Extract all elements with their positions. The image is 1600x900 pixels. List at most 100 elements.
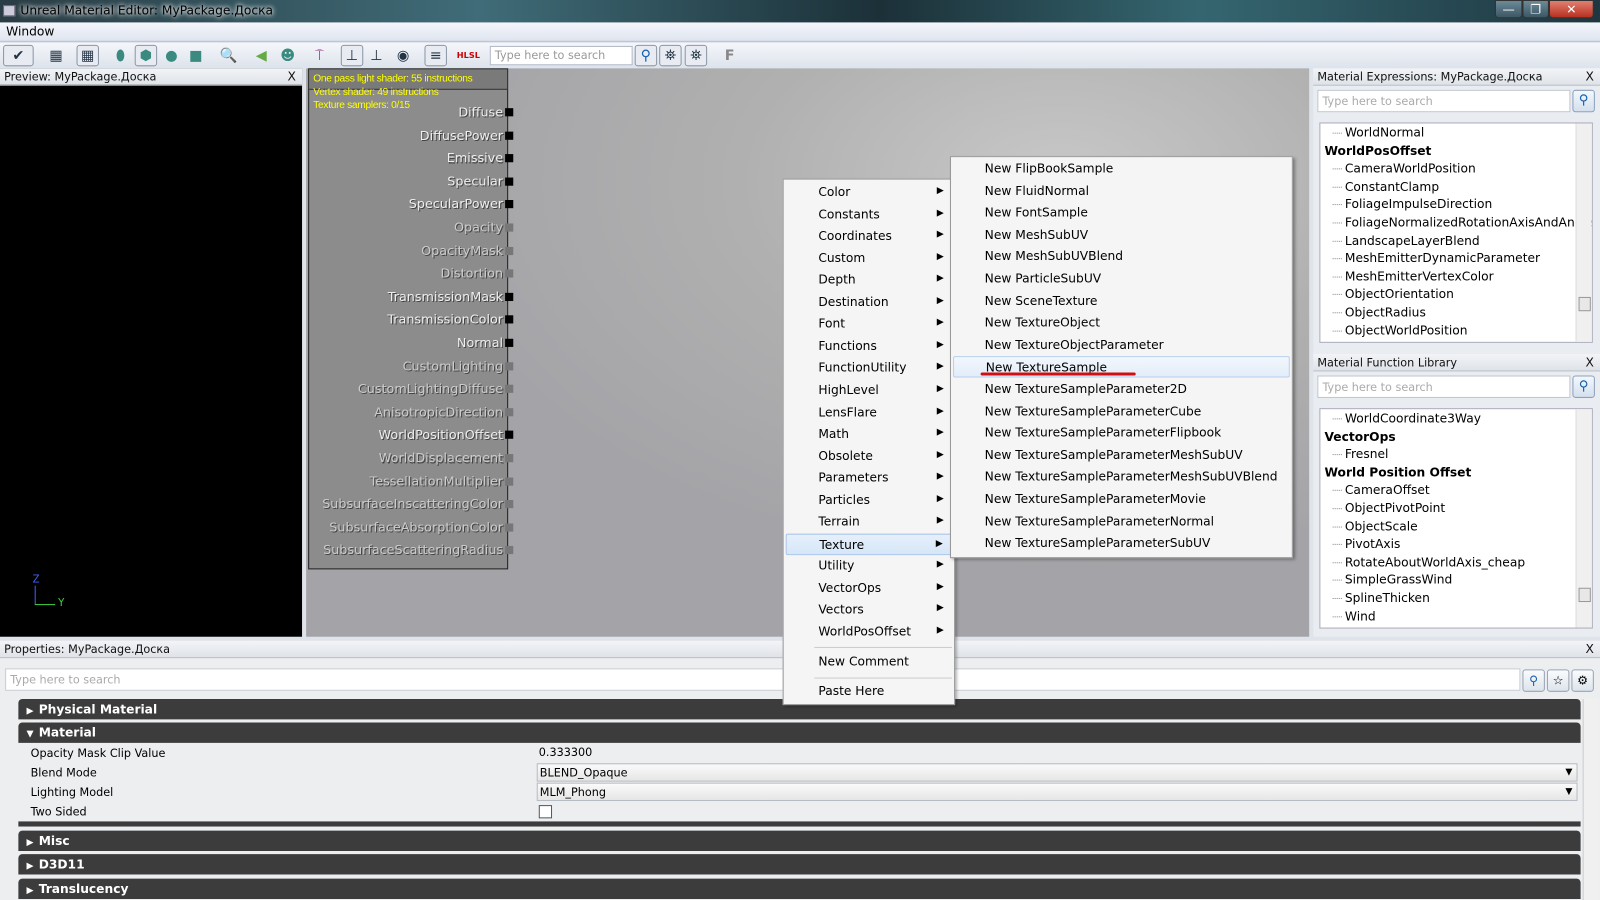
submenu-item[interactable]: New TextureSample xyxy=(953,356,1290,378)
pin-connector-icon[interactable] xyxy=(505,407,514,417)
sphere-icon[interactable]: ● xyxy=(160,45,182,66)
tree-item[interactable]: ObjectScale xyxy=(1332,519,1418,533)
menu-item-vectorops[interactable]: VectorOps ▶ xyxy=(786,577,952,598)
node-pin[interactable]: WorldDisplacement xyxy=(379,450,514,465)
tree-item[interactable]: MeshEmitterDynamicParameter xyxy=(1332,251,1540,265)
node-pin[interactable]: SpecularPower xyxy=(409,196,514,212)
close-button[interactable]: ✕ xyxy=(1548,0,1594,19)
cylinder-icon[interactable]: ⬮ xyxy=(109,45,131,66)
tree-item[interactable]: RotateAboutWorldAxis_cheap xyxy=(1332,555,1525,569)
search-icon[interactable]: ⚲ xyxy=(1522,669,1545,692)
pin-connector-icon[interactable] xyxy=(505,361,514,370)
submenu-item[interactable]: New ParticleSubUV xyxy=(953,268,1290,289)
tree-item[interactable]: Wind xyxy=(1332,609,1376,623)
pin-connector-icon[interactable] xyxy=(505,384,514,394)
submenu-item[interactable]: New MeshSubUV xyxy=(953,224,1290,245)
pin-connector-icon[interactable] xyxy=(505,177,514,186)
pin-connector-icon[interactable] xyxy=(505,292,514,301)
pin-connector-icon[interactable] xyxy=(505,223,514,232)
node-pin[interactable]: Diffuse xyxy=(458,104,514,119)
submenu-item[interactable]: New TextureSampleParameterMovie xyxy=(953,489,1290,510)
search-icon[interactable]: ⚲ xyxy=(1572,89,1595,113)
expressions-search-input[interactable]: Type here to search xyxy=(1317,89,1571,113)
submenu-item[interactable]: New TextureObject xyxy=(953,312,1290,333)
node-pin[interactable]: Normal xyxy=(457,335,514,350)
menu-item-destination[interactable]: Destination ▶ xyxy=(786,292,952,313)
node-pin[interactable]: WorldPositionOffset xyxy=(379,427,514,442)
node-pin[interactable]: TessellationMultiplier xyxy=(370,473,514,488)
menu-item-math[interactable]: Math ▶ xyxy=(786,424,952,445)
tree-item[interactable]: LandscapeLayerBlend xyxy=(1332,233,1480,248)
material-node[interactable]: One pass light shader: 55 instructions V… xyxy=(308,68,514,570)
menu-item-worldposoffset[interactable]: WorldPosOffset ▶ xyxy=(786,621,952,642)
tree-item[interactable]: ObjectPivotPoint xyxy=(1332,501,1445,515)
submenu-item[interactable]: New SceneTexture xyxy=(953,290,1290,311)
pin-connector-icon[interactable] xyxy=(505,338,514,347)
submenu-item[interactable]: New TextureSampleParameterCube xyxy=(953,401,1290,422)
node-pin[interactable]: CustomLightingDiffuse xyxy=(358,381,514,396)
category-misc[interactable]: ▶ Misc xyxy=(18,830,1581,852)
menu-item-depth[interactable]: Depth ▶ xyxy=(786,270,952,291)
tree-item[interactable]: SimpleGrassWind xyxy=(1332,573,1452,587)
tree-item[interactable]: SplineThicken xyxy=(1332,591,1430,605)
function-library-search-input[interactable]: Type here to search xyxy=(1317,375,1571,398)
menu-item-functions[interactable]: Functions ▶ xyxy=(786,336,952,357)
menu-item-custom[interactable]: Custom ▶ xyxy=(786,248,952,269)
tree-item[interactable]: Fresnel xyxy=(1332,447,1388,461)
minimize-button[interactable]: — xyxy=(1494,0,1523,19)
pin-connector-icon[interactable] xyxy=(505,269,514,278)
category-d3d11[interactable]: ▶ D3D11 xyxy=(18,854,1581,875)
menu-item-functionutility[interactable]: FunctionUtility ▶ xyxy=(786,358,952,379)
menu-item-texture[interactable]: Texture ▶ xyxy=(785,533,953,555)
node-pin[interactable]: SubsurfaceScatteringRadius xyxy=(323,542,514,558)
node-pin[interactable]: TransmissionColor xyxy=(387,312,514,327)
cube-icon[interactable]: ⬢ xyxy=(134,44,158,67)
pin-connector-icon[interactable] xyxy=(505,431,514,440)
scroll-thumb[interactable] xyxy=(1578,296,1591,312)
settings-icon[interactable]: ⚙ xyxy=(1571,669,1594,692)
tree-item[interactable]: ObjectRadius xyxy=(1332,305,1426,319)
menu-window[interactable]: Window xyxy=(6,24,54,38)
pin-connector-icon[interactable] xyxy=(505,477,514,486)
tree-item[interactable]: ObjectOrientation xyxy=(1332,287,1454,301)
menu-item-coordinates[interactable]: Coordinates ▶ xyxy=(786,226,952,247)
node-pin[interactable]: SubsurfaceAbsorptionColor xyxy=(329,519,514,534)
pin-connector-icon[interactable] xyxy=(505,131,514,140)
menu-item-obsolete[interactable]: Obsolete ▶ xyxy=(786,446,952,467)
category-translucency[interactable]: ▶ Translucency xyxy=(18,878,1581,899)
move-up-icon[interactable]: ⍑ xyxy=(308,45,330,66)
menu-item-paste-here[interactable]: Paste Here xyxy=(786,681,952,702)
menu-item-vectors[interactable]: Vectors ▶ xyxy=(786,599,952,620)
submenu-item[interactable]: New TextureObjectParameter xyxy=(953,334,1290,355)
tree-item[interactable]: PivotAxis xyxy=(1332,537,1400,551)
menu-item-utility[interactable]: Utility ▶ xyxy=(786,555,952,576)
close-icon[interactable]: X xyxy=(1585,355,1593,369)
submenu-item[interactable]: New FontSample xyxy=(953,202,1290,223)
node-pin[interactable]: DiffusePower xyxy=(420,127,514,142)
scroll-thumb[interactable] xyxy=(1578,587,1591,603)
pin-connector-icon[interactable] xyxy=(505,108,514,117)
tree-item[interactable]: ObjectWorldPosition xyxy=(1332,323,1468,337)
tree-item[interactable]: WorldCoordinate3Way xyxy=(1332,411,1481,426)
apply-icon[interactable]: ✔ xyxy=(3,44,34,67)
submenu-item[interactable]: New FluidNormal xyxy=(953,180,1290,201)
close-icon[interactable]: X xyxy=(1585,642,1593,656)
node-pin[interactable]: Distortion xyxy=(441,265,514,281)
grid-icon[interactable]: ▦ xyxy=(76,44,99,67)
node-pin[interactable]: TransmissionMask xyxy=(388,289,514,304)
properties-search-input[interactable]: Type here to search xyxy=(5,668,1521,691)
submenu-item[interactable]: New TextureSampleParameterMeshSubUV xyxy=(953,445,1290,466)
two-sided-checkbox[interactable] xyxy=(538,805,553,819)
hlsl-icon[interactable]: HLSL xyxy=(457,45,480,66)
pin-connector-icon[interactable] xyxy=(505,200,514,209)
submenu-item[interactable]: New MeshSubUVBlend xyxy=(953,246,1290,267)
menu-item-highlevel[interactable]: HighLevel ▶ xyxy=(786,380,952,401)
favorites-icon[interactable]: ☆ xyxy=(1546,669,1570,692)
menu-item-color[interactable]: Color ▶ xyxy=(786,182,952,203)
menu-item-constants[interactable]: Constants ▶ xyxy=(786,204,952,225)
realtime-preview-icon[interactable]: ◉ xyxy=(392,45,414,66)
tree-item[interactable]: ConstantClamp xyxy=(1332,179,1439,194)
submenu-item[interactable]: New FlipBookSample xyxy=(953,158,1290,179)
node-pin[interactable]: Opacity xyxy=(454,219,514,235)
connectors-icon[interactable]: ⊥ xyxy=(340,44,364,67)
